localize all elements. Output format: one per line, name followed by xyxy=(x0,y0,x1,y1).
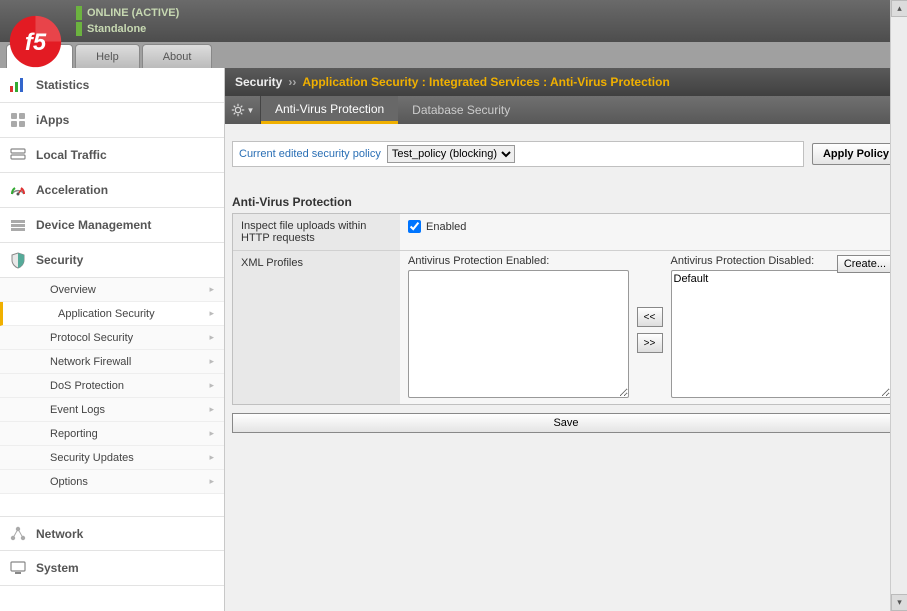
status-mode: Standalone xyxy=(76,22,179,36)
scroll-down-button[interactable]: ▾ xyxy=(891,594,907,611)
network-icon xyxy=(8,524,28,544)
chevron-right-icon: ▸ xyxy=(209,404,214,415)
sidebar-item-network-firewall[interactable]: Network Firewall ▸ xyxy=(0,350,224,374)
chevron-down-icon: ▼ xyxy=(247,106,255,115)
section-title: Anti-Virus Protection xyxy=(232,195,900,209)
nav-local-traffic-label: Local Traffic xyxy=(36,148,107,162)
nav-security-label: Security xyxy=(36,253,83,267)
save-button[interactable]: Save xyxy=(232,413,900,433)
breadcrumb: Security ›› Application Security : Integ… xyxy=(225,68,907,96)
nav-iapps-label: iApps xyxy=(36,113,69,127)
chevron-right-icon: ▸ xyxy=(209,332,214,343)
nav-statistics-label: Statistics xyxy=(36,78,89,92)
sidebar-item-options[interactable]: Options ▸ xyxy=(0,470,224,494)
nav-device-management[interactable]: Device Management xyxy=(0,208,224,243)
enabled-text: Enabled xyxy=(426,221,466,233)
row-xml-label: XML Profiles xyxy=(233,251,400,404)
scroll-up-button[interactable]: ▴ xyxy=(891,0,907,17)
policy-label: Current edited security policy xyxy=(239,148,381,160)
status-dot-icon xyxy=(76,22,82,36)
breadcrumb-root: Security xyxy=(235,75,282,89)
move-right-button[interactable]: >> xyxy=(637,333,663,353)
sidebar-item-overview[interactable]: Overview ▸ xyxy=(0,278,224,302)
sidebar-item-protocol-security[interactable]: Protocol Security ▸ xyxy=(0,326,224,350)
nav-statistics[interactable]: Statistics xyxy=(0,68,224,103)
sidebar-item-security-updates[interactable]: Security Updates ▸ xyxy=(0,446,224,470)
chevron-right-icon: ▸ xyxy=(209,452,214,463)
breadcrumb-sep: ›› xyxy=(288,75,296,89)
status-online: ONLINE (ACTIVE) xyxy=(76,6,179,20)
f5-logo: f5 xyxy=(8,14,63,69)
sidebar-item-label: Reporting xyxy=(50,428,98,440)
nav-system-label: System xyxy=(36,561,79,575)
chevron-right-icon: ▸ xyxy=(209,308,214,319)
apps-icon xyxy=(8,110,28,130)
enabled-checkbox-label[interactable]: Enabled xyxy=(408,220,891,233)
sidebar-item-label: Security Updates xyxy=(50,452,134,464)
form-area: Inspect file uploads within HTTP request… xyxy=(232,213,900,405)
stack-icon xyxy=(8,215,28,235)
subtab-antivirus[interactable]: Anti-Virus Protection xyxy=(261,96,398,124)
sidebar-item-reporting[interactable]: Reporting ▸ xyxy=(0,422,224,446)
sidebar-item-event-logs[interactable]: Event Logs ▸ xyxy=(0,398,224,422)
svg-text:f5: f5 xyxy=(25,29,47,56)
chevron-right-icon: ▸ xyxy=(209,476,214,487)
enabled-checkbox[interactable] xyxy=(408,220,421,233)
policy-select[interactable]: Test_policy (blocking) xyxy=(387,145,515,163)
sidebar-item-label: Network Firewall xyxy=(50,356,131,368)
chevron-right-icon: ▸ xyxy=(209,380,214,391)
server-icon xyxy=(8,145,28,165)
tab-help[interactable]: Help xyxy=(75,44,140,68)
enabled-list[interactable] xyxy=(408,270,629,398)
sidebar-item-label: Event Logs xyxy=(50,404,105,416)
nav-network-label: Network xyxy=(36,527,83,541)
chart-icon xyxy=(8,75,28,95)
subtab-database[interactable]: Database Security xyxy=(398,96,524,124)
nav-acceleration[interactable]: Acceleration xyxy=(0,173,224,208)
status-online-text: ONLINE (ACTIVE) xyxy=(87,7,179,19)
sidebar-item-label: Overview xyxy=(50,284,96,296)
nav-acceleration-label: Acceleration xyxy=(36,183,108,197)
top-tabs-bar: Main Help About xyxy=(0,42,907,68)
nav-security[interactable]: Security xyxy=(0,243,224,278)
disabled-list[interactable]: Default xyxy=(671,270,892,398)
gear-icon xyxy=(231,103,245,117)
gear-dropdown[interactable]: ▼ xyxy=(225,96,261,124)
top-header-bar: ONLINE (ACTIVE) Standalone xyxy=(0,0,907,42)
chevron-right-icon: ▸ xyxy=(209,284,214,295)
gauge-icon xyxy=(8,180,28,200)
sidebar-item-label: Application Security xyxy=(58,308,155,320)
sidebar-item-label: DoS Protection xyxy=(50,380,124,392)
monitor-icon xyxy=(8,558,28,578)
chevron-right-icon: ▸ xyxy=(209,428,214,439)
nav-network[interactable]: Network xyxy=(0,516,224,551)
chevron-right-icon: ▸ xyxy=(209,356,214,367)
sidebar: Statistics iApps Local Traffic Accelerat… xyxy=(0,68,225,611)
sidebar-item-application-security[interactable]: Application Security ▸ xyxy=(0,302,224,326)
tab-about[interactable]: About xyxy=(142,44,213,68)
shield-icon xyxy=(8,250,28,270)
sidebar-item-label: Options xyxy=(50,476,88,488)
sidebar-item-dos-protection[interactable]: DoS Protection ▸ xyxy=(0,374,224,398)
create-button[interactable]: Create... xyxy=(837,255,893,273)
status-mode-text: Standalone xyxy=(87,23,146,35)
sidebar-item-label: Protocol Security xyxy=(50,332,133,344)
apply-policy-button[interactable]: Apply Policy xyxy=(812,143,900,165)
move-left-button[interactable]: << xyxy=(637,307,663,327)
nav-iapps[interactable]: iApps xyxy=(0,103,224,138)
nav-device-management-label: Device Management xyxy=(36,218,151,232)
enabled-list-label: Antivirus Protection Enabled: xyxy=(408,255,629,267)
sub-tab-bar: ▼ Anti-Virus Protection Database Securit… xyxy=(225,96,907,124)
nav-local-traffic[interactable]: Local Traffic xyxy=(0,138,224,173)
nav-system[interactable]: System xyxy=(0,551,224,586)
row-inspect-label: Inspect file uploads within HTTP request… xyxy=(233,214,400,250)
breadcrumb-path: Application Security : Integrated Servic… xyxy=(302,75,669,89)
status-dot-icon xyxy=(76,6,82,20)
page-scrollbar[interactable]: ▴ ▾ xyxy=(890,0,907,611)
